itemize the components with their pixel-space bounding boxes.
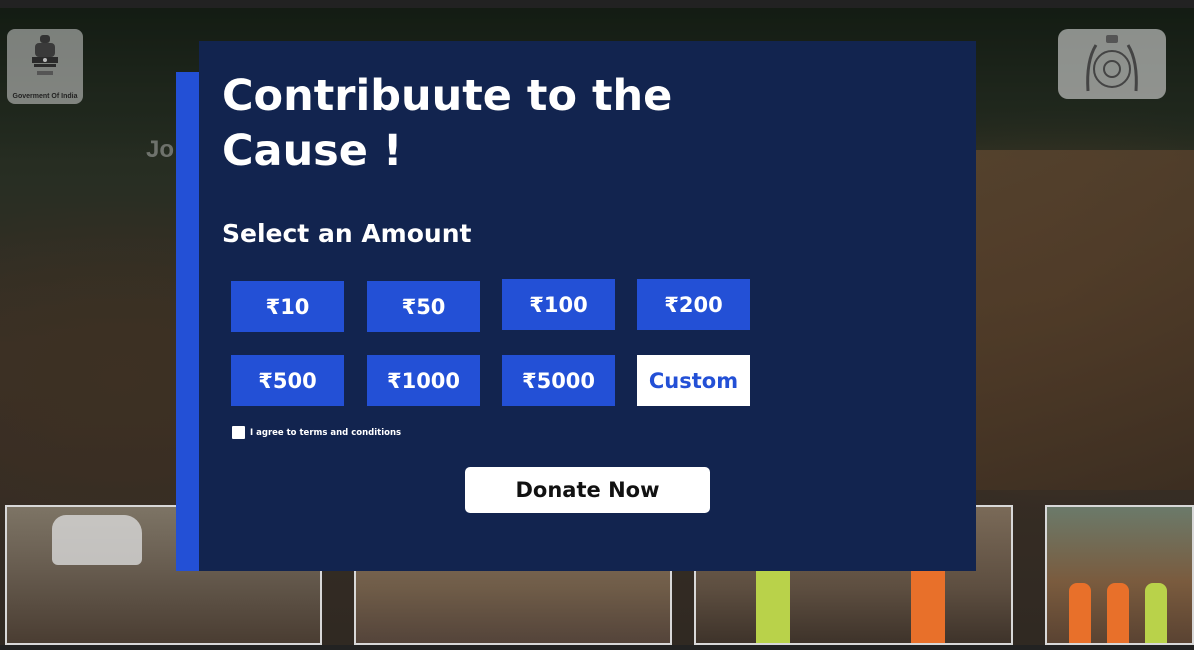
kerala-emblem-icon: [1086, 35, 1138, 92]
modal-accent-bar: [176, 72, 200, 571]
emblem-caption: Goverment Of India: [12, 93, 78, 100]
donation-modal: Contribuute to the Cause ! Select an Amo…: [199, 41, 976, 571]
kerala-state-emblem: [1058, 29, 1166, 99]
rescue-worker: [911, 563, 945, 643]
custom-amount-button[interactable]: Custom: [637, 355, 750, 406]
amount-button-5000[interactable]: ₹5000: [502, 355, 615, 406]
amount-button-100[interactable]: ₹100: [502, 279, 615, 330]
modal-title-line-2: Cause !: [222, 126, 403, 176]
rescue-worker: [1107, 583, 1129, 643]
bottom-edge: [0, 645, 1194, 650]
background-heading: Jo: [146, 136, 175, 163]
gallery-image-4[interactable]: [1045, 505, 1194, 645]
amount-button-50[interactable]: ₹50: [367, 281, 480, 332]
terms-label: I agree to terms and conditions: [250, 427, 402, 438]
amount-button-500[interactable]: ₹500: [231, 355, 344, 406]
select-amount-heading: Select an Amount: [222, 219, 472, 248]
wrecked-car: [52, 515, 142, 565]
rescue-worker: [1069, 583, 1091, 643]
modal-title: Contribuute to the Cause !: [222, 69, 742, 179]
terms-row: I agree to terms and conditions: [232, 426, 401, 439]
rescue-worker: [1145, 583, 1167, 643]
rescue-worker: [756, 563, 790, 643]
terms-checkbox[interactable]: [232, 426, 245, 439]
top-edge: [0, 0, 1194, 8]
modal-title-line-1: Contribuute to the: [222, 71, 673, 121]
government-of-india-emblem: Goverment Of India: [7, 29, 83, 104]
donate-now-button[interactable]: Donate Now: [465, 467, 710, 513]
ashoka-emblem-icon: [32, 35, 58, 75]
amount-button-1000[interactable]: ₹1000: [367, 355, 480, 406]
amount-button-200[interactable]: ₹200: [637, 279, 750, 330]
amount-button-10[interactable]: ₹10: [231, 281, 344, 332]
